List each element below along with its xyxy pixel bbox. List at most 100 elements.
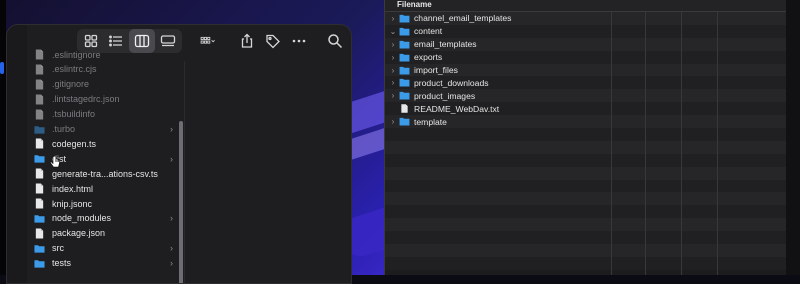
row-label: content bbox=[414, 26, 443, 37]
chevron-right-icon[interactable]: › bbox=[387, 66, 399, 75]
empty-row bbox=[385, 140, 786, 154]
folder-row[interactable]: › product_images bbox=[385, 89, 786, 103]
row-label: product_downloads bbox=[414, 77, 489, 88]
row-label: import_files bbox=[414, 65, 458, 75]
chevron-right-icon[interactable]: › bbox=[387, 78, 399, 87]
document-icon bbox=[35, 228, 44, 239]
document-icon bbox=[35, 64, 44, 75]
document-icon bbox=[35, 94, 44, 105]
folder-row[interactable]: › product_downloads bbox=[385, 76, 786, 90]
chevron-right-icon[interactable]: › bbox=[387, 40, 399, 49]
item-label: src bbox=[52, 243, 64, 254]
vertical-scrollbar[interactable] bbox=[179, 121, 183, 283]
chevron-right-icon[interactable]: › bbox=[387, 53, 399, 62]
row-label: exports bbox=[414, 52, 443, 63]
tag-icon[interactable] bbox=[263, 29, 283, 53]
search-icon[interactable] bbox=[325, 29, 345, 53]
group-by-icon[interactable] bbox=[194, 29, 222, 53]
finder-sidebar bbox=[7, 25, 27, 283]
folder-icon bbox=[399, 14, 410, 23]
window-edge bbox=[786, 0, 800, 275]
finder-column-1: .eslintignore .eslintrc.cjs .gitignore .lin… bbox=[27, 25, 187, 283]
item-label: package.json bbox=[52, 228, 106, 239]
empty-row bbox=[385, 231, 786, 245]
file-item[interactable]: .lintstagedrc.json bbox=[27, 92, 187, 107]
row-label: README_WebDav.txt bbox=[414, 103, 500, 114]
file-list: › channel_email_templates ⌄ content › email_t… bbox=[385, 12, 786, 270]
column-separator bbox=[645, 12, 646, 275]
folder-item[interactable]: node_modules › bbox=[27, 211, 187, 226]
item-label: .eslintignore bbox=[52, 49, 101, 60]
item-label: .gitignore bbox=[52, 79, 90, 90]
folder-icon bbox=[399, 40, 410, 49]
document-icon bbox=[35, 109, 44, 120]
chevron-right-icon[interactable]: › bbox=[387, 14, 399, 23]
column-separator bbox=[717, 12, 718, 275]
folder-icon bbox=[399, 27, 410, 36]
folder-row[interactable]: › template bbox=[385, 115, 786, 129]
item-label: .turbo bbox=[52, 124, 76, 134]
hand-cursor-icon bbox=[49, 155, 60, 168]
empty-row bbox=[385, 244, 786, 257]
file-item[interactable]: .tsbuildinfo bbox=[27, 107, 187, 122]
folder-row[interactable]: › import_files bbox=[385, 63, 786, 77]
document-icon bbox=[35, 49, 44, 60]
more-icon[interactable] bbox=[289, 29, 309, 53]
chevron-right-icon: › bbox=[170, 243, 173, 254]
folder-icon bbox=[34, 259, 45, 268]
webdav-file-panel: Filename › channel_email_templates ⌄ conten… bbox=[384, 0, 786, 275]
share-icon[interactable] bbox=[237, 29, 257, 53]
item-label: .tsbuildinfo bbox=[52, 109, 96, 120]
item-label: tests bbox=[52, 258, 72, 269]
folder-icon bbox=[34, 155, 45, 163]
file-row[interactable]: README_WebDav.txt bbox=[385, 102, 786, 116]
folder-icon bbox=[399, 53, 410, 62]
folder-icon bbox=[34, 244, 45, 253]
row-label: email_templates bbox=[414, 39, 477, 50]
empty-row bbox=[385, 128, 786, 141]
chevron-right-icon[interactable]: › bbox=[387, 117, 399, 126]
file-item[interactable]: .eslintignore bbox=[27, 47, 187, 62]
column-divider[interactable] bbox=[184, 61, 185, 283]
item-label: index.html bbox=[52, 183, 94, 194]
folder-row[interactable]: ⌄ content bbox=[385, 24, 786, 38]
document-icon bbox=[401, 104, 408, 113]
folder-icon bbox=[399, 66, 410, 75]
empty-row bbox=[385, 179, 786, 193]
chevron-down-icon[interactable]: ⌄ bbox=[387, 27, 399, 36]
row-label: product_images bbox=[414, 90, 476, 101]
empty-row bbox=[385, 205, 786, 219]
folder-row[interactable]: › exports bbox=[385, 50, 786, 64]
chevron-right-icon[interactable]: › bbox=[387, 91, 399, 100]
folder-item[interactable]: .turbo › bbox=[27, 122, 187, 137]
empty-row bbox=[385, 218, 786, 232]
item-label: node_modules bbox=[52, 213, 112, 224]
item-label: .eslintrc.cjs bbox=[52, 64, 97, 75]
file-item[interactable]: package.json bbox=[27, 226, 187, 241]
row-label: channel_email_templates bbox=[414, 13, 512, 24]
filename-column-header[interactable]: Filename bbox=[385, 0, 786, 12]
document-icon bbox=[35, 198, 44, 209]
folder-row[interactable]: › email_templates bbox=[385, 37, 786, 51]
item-label: generate-tra...ations-csv.ts bbox=[52, 168, 158, 179]
file-item[interactable]: index.html bbox=[27, 181, 187, 196]
empty-row bbox=[385, 192, 786, 206]
folder-item[interactable]: src › bbox=[27, 241, 187, 256]
folder-row[interactable]: › channel_email_templates bbox=[385, 12, 786, 25]
folder-item[interactable]: tests › bbox=[27, 256, 187, 271]
folder-icon bbox=[399, 117, 410, 126]
column-separator bbox=[681, 12, 682, 275]
item-label: knip.jsonc bbox=[52, 198, 93, 209]
empty-row bbox=[385, 166, 786, 180]
folder-icon bbox=[34, 125, 45, 134]
chevron-right-icon: › bbox=[170, 153, 173, 164]
folder-icon bbox=[399, 79, 410, 87]
document-icon bbox=[35, 138, 44, 149]
file-item[interactable]: knip.jsonc bbox=[27, 196, 187, 211]
column-separator bbox=[611, 12, 612, 275]
file-item[interactable]: .eslintrc.cjs bbox=[27, 62, 187, 77]
file-item[interactable]: codegen.ts bbox=[27, 136, 187, 151]
folder-icon bbox=[34, 215, 45, 223]
file-item[interactable]: .gitignore bbox=[27, 77, 187, 92]
item-label: codegen.ts bbox=[52, 138, 97, 149]
